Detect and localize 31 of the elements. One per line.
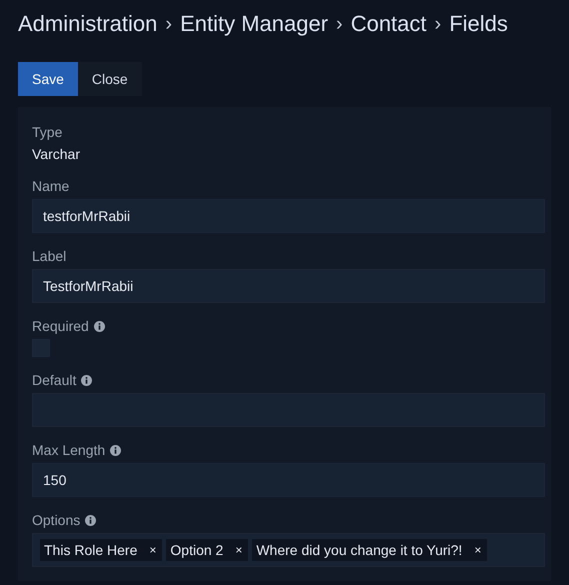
breadcrumb-separator: › [165,12,172,36]
tag-text: Option 2 [170,542,224,558]
tag-text: This Role Here [44,542,138,558]
input-field[interactable]: testforMrRabii [32,199,545,233]
breadcrumb-item[interactable]: Entity Manager [180,11,328,37]
info-icon [81,374,92,386]
remove-tag-button[interactable]: × [472,543,484,557]
input-field[interactable]: TestforMrRabii [32,269,545,303]
info-icon [94,320,105,332]
remove-tag-button[interactable]: × [233,543,244,557]
field-label: Required [32,318,89,334]
field-label: Default [32,372,76,388]
remove-tag-button[interactable]: × [147,543,158,557]
breadcrumb-separator: › [434,12,442,36]
field-label: Type [32,124,62,140]
info-icon [110,444,122,456]
breadcrumb-item[interactable]: Administration [18,11,158,37]
field-label: Name [32,178,70,194]
info-icon [85,514,96,526]
field-label: Label [32,248,66,264]
breadcrumb-item[interactable]: Contact [350,11,427,37]
field-value: Varchar [32,145,81,163]
tags-field[interactable]: This Role Here × Option 2 × Where did you change it to Yuri?! × [32,533,545,567]
field-label: Max Length [32,442,106,458]
field-label: Options [32,512,80,528]
tag-text: Where did you change it to Yuri?! [256,542,462,558]
save-button[interactable]: Save [18,62,78,96]
breadcrumb-item: Fields [449,11,508,37]
close-button[interactable]: Close [78,62,142,96]
input-field[interactable]: 150 [32,463,545,497]
breadcrumb-separator: › [336,12,343,36]
